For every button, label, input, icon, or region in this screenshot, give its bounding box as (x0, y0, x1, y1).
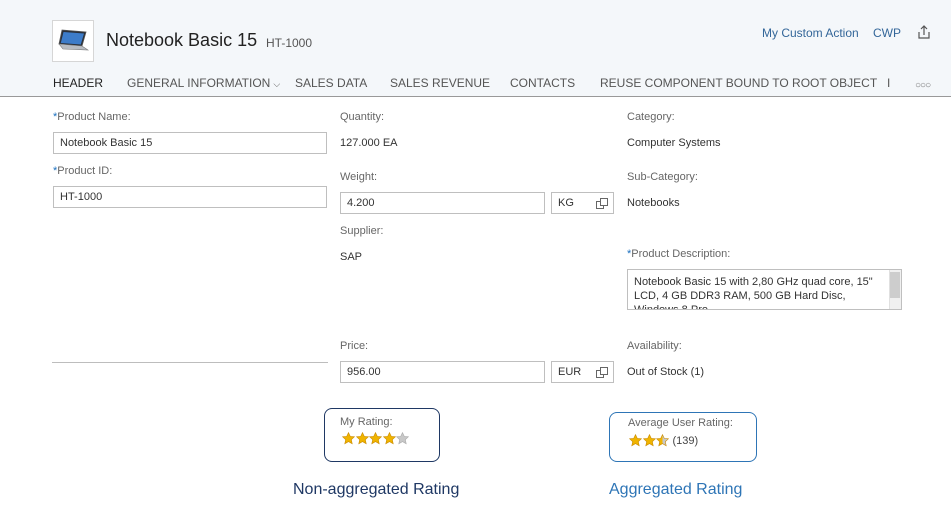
availability-value: Out of Stock (1) (627, 366, 705, 378)
price-input[interactable]: 956.00 (340, 361, 545, 383)
star-icon (629, 434, 642, 447)
chevron-down-icon: ⌵ (273, 79, 281, 89)
average-rating-box: Average User Rating: (139) (609, 412, 757, 462)
weight-input[interactable]: 4.200 (340, 192, 545, 214)
star-icon (642, 434, 656, 447)
weight-unit-field[interactable]: KG (551, 192, 614, 214)
category-label: Category: (627, 111, 675, 123)
star-icon[interactable] (355, 432, 369, 445)
supplier-value: SAP (340, 251, 363, 263)
star-icon[interactable] (396, 432, 409, 445)
textarea-scrollbar[interactable] (889, 270, 901, 309)
product-id-input[interactable]: HT-1000 (53, 186, 327, 208)
value-help-icon[interactable] (596, 198, 608, 209)
product-description-label-text: Product Description: (631, 248, 731, 260)
non-aggregated-caption: Non-aggregated Rating (293, 481, 460, 498)
tab-general-information-label: GENERAL INFORMATION (127, 76, 271, 90)
star-icon (656, 434, 669, 447)
quantity-label: Quantity: (340, 111, 385, 123)
cwp-button[interactable]: CWP (873, 26, 901, 40)
page-subtitle-id: HT-1000 (266, 36, 313, 50)
anchor-bar: HEADER GENERAL INFORMATION ⌵ SALES DATA S… (0, 72, 951, 96)
product-thumbnail (52, 20, 94, 62)
product-description-text: Notebook Basic 15 with 2,80 GHz quad cor… (634, 276, 873, 310)
price-unit-value: EUR (558, 366, 582, 378)
product-id-label-text: Product ID: (57, 165, 113, 177)
object-page-header: Notebook Basic 15 HT-1000 My Custom Acti… (0, 0, 951, 97)
product-id-label: *Product ID: (53, 165, 112, 177)
tab-sales-revenue[interactable]: SALES REVENUE (390, 76, 490, 90)
weight-unit-value: KG (558, 197, 574, 209)
tab-sales-data[interactable]: SALES DATA (295, 76, 367, 90)
quantity-value: 127.000 EA (340, 137, 398, 149)
page-title: Notebook Basic 15 (106, 30, 258, 50)
star-icon[interactable] (342, 432, 355, 445)
tab-contacts[interactable]: CONTACTS (510, 76, 575, 90)
weight-label: Weight: (340, 171, 378, 183)
divider (52, 362, 328, 363)
custom-action-button[interactable]: My Custom Action (762, 26, 859, 40)
share-icon[interactable] (916, 24, 932, 40)
scrollbar-thumb[interactable] (890, 272, 900, 298)
tab-reuse-component[interactable]: REUSE COMPONENT BOUND TO ROOT OBJECT (600, 76, 877, 90)
supplier-label: Supplier: (340, 225, 384, 237)
value-help-icon[interactable] (596, 367, 608, 378)
tab-general-information[interactable]: GENERAL INFORMATION ⌵ (127, 76, 280, 90)
aggregated-caption: Aggregated Rating (609, 481, 743, 498)
product-name-label-text: Product Name: (57, 111, 131, 123)
average-rating-stars: (139) (629, 434, 698, 447)
category-value: Computer Systems (627, 137, 721, 149)
more-icon[interactable]: ○○○ (915, 80, 931, 91)
my-rating-stars[interactable] (342, 432, 410, 445)
price-unit-field[interactable]: EUR (551, 361, 614, 383)
price-label: Price: (340, 340, 369, 352)
average-rating-label: Average User Rating: (628, 417, 733, 429)
star-icon[interactable] (382, 432, 396, 445)
star-icon[interactable] (369, 432, 382, 445)
sub-category-value: Notebooks (627, 197, 680, 209)
product-description-textarea[interactable]: Notebook Basic 15 with 2,80 GHz quad cor… (627, 269, 902, 310)
laptop-icon (58, 29, 90, 51)
my-rating-box: My Rating: (324, 408, 440, 462)
availability-label: Availability: (627, 340, 682, 352)
rating-count: (139) (672, 434, 699, 447)
product-name-input[interactable]: Notebook Basic 15 (53, 132, 327, 154)
sub-category-label: Sub-Category: (627, 171, 698, 183)
my-rating-label: My Rating: (340, 416, 393, 428)
product-name-label: *Product Name: (53, 111, 131, 123)
product-description-label: *Product Description: (627, 248, 730, 260)
tab-truncated[interactable]: I (887, 76, 890, 90)
tab-header[interactable]: HEADER (53, 76, 103, 90)
